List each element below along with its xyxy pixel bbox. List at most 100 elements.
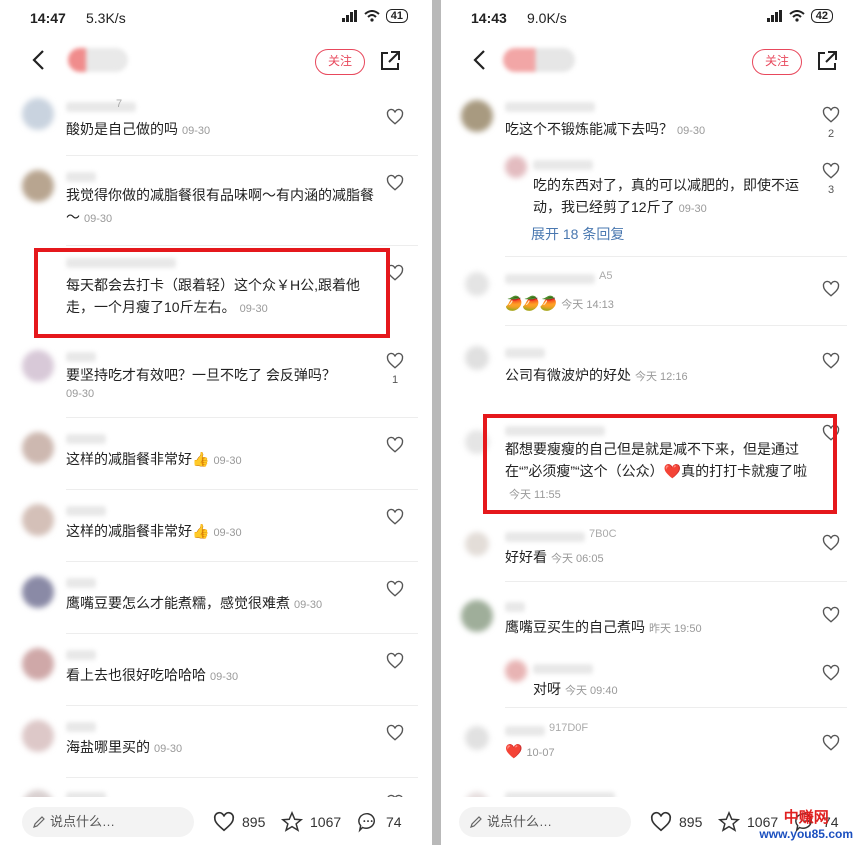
site-watermark: 中赚网 www.you85.com [759, 806, 853, 841]
commenter-name[interactable] [66, 434, 106, 444]
heart-icon[interactable] [822, 664, 840, 682]
status-icons: 42 [766, 9, 833, 23]
back-arrow-icon[interactable] [469, 48, 493, 72]
comment-input[interactable]: 说点什么… [459, 807, 631, 837]
commenter-name[interactable] [505, 792, 615, 797]
heart-icon[interactable] [386, 436, 404, 454]
commenter-name[interactable] [66, 102, 136, 112]
commenter-avatar[interactable] [465, 532, 489, 556]
commenter-name[interactable] [66, 722, 96, 732]
author-avatar[interactable] [503, 48, 575, 72]
heart-icon[interactable] [822, 352, 840, 370]
expand-replies-link[interactable]: 展开 18 条回复 [531, 224, 624, 244]
like-stat[interactable]: 895 [212, 811, 265, 833]
commenter-avatar[interactable] [461, 100, 493, 132]
heart-icon[interactable] [822, 534, 840, 552]
comment-text: 鹰嘴豆要怎么才能煮糯，感觉很难煮 09-30 [66, 595, 323, 611]
heart-icon[interactable] [386, 652, 404, 670]
follow-button[interactable]: 关注 [315, 49, 365, 75]
comment-stat[interactable]: 74 [356, 811, 402, 833]
heart-icon[interactable] [822, 106, 840, 124]
commenter-avatar[interactable] [505, 660, 527, 682]
status-icons: 41 [341, 9, 408, 23]
commenter-avatar[interactable] [22, 720, 54, 752]
heart-icon[interactable] [822, 734, 840, 752]
reply-item: 吃的东西对了，真的可以减肥的，即使不运动，我已经剪了12斤了 09-30 3 展开… [441, 152, 857, 258]
commenter-avatar[interactable] [22, 170, 54, 202]
heart-icon[interactable] [386, 352, 404, 370]
comment-input[interactable]: 说点什么… [22, 807, 194, 837]
signal-icon [766, 10, 782, 22]
commenter-name[interactable] [66, 506, 106, 516]
commenter-avatar[interactable] [22, 504, 54, 536]
commenter-avatar[interactable] [465, 792, 489, 797]
commenter-avatar[interactable] [461, 600, 493, 632]
commenter-name[interactable] [505, 532, 585, 542]
comment-text: 鹰嘴豆买生的自己煮吗 昨天 19:50 [505, 619, 702, 635]
commenter-avatar[interactable] [505, 156, 527, 178]
comment-text: 这样的减脂餐非常好👍 09-30 [66, 523, 242, 539]
divider [66, 417, 418, 418]
comment-item: 我觉得你做的减脂餐很有品味啊～有内涵的减脂餐～ 09-30 [0, 162, 432, 246]
comment-item: 这样的减脂餐非常好👍 09-30 [0, 424, 432, 490]
divider [66, 777, 418, 778]
heart-icon[interactable] [822, 162, 840, 180]
comment-text: 这样的减脂餐非常好👍 09-30 [66, 451, 242, 467]
heart-icon[interactable] [386, 508, 404, 526]
commenter-name[interactable] [505, 726, 545, 736]
commenter-avatar[interactable] [465, 726, 489, 750]
heart-icon[interactable] [822, 606, 840, 624]
commenter-name[interactable] [66, 650, 96, 660]
commenter-name[interactable] [505, 602, 525, 612]
author-avatar[interactable] [68, 48, 128, 72]
heart-icon[interactable] [386, 580, 404, 598]
comment-item: 看上去也很好吃哈哈哈 09-30 [0, 640, 432, 706]
comment-time: 09-30 [66, 388, 95, 400]
follow-button[interactable]: 关注 [752, 49, 802, 75]
nav-bar: 关注 [441, 42, 857, 82]
commenter-avatar[interactable] [465, 272, 489, 296]
commenter-name[interactable] [505, 102, 595, 112]
comment-item: 要坚持吃才有效吧？一旦不吃了 会反弹吗？ 09-30 1 [0, 344, 432, 418]
commenter-avatar[interactable] [22, 790, 54, 797]
commenter-name[interactable] [533, 664, 593, 674]
status-network-speed: 5.3K/s [86, 10, 126, 26]
commenter-name[interactable] [505, 348, 545, 358]
pencil-icon [33, 816, 45, 828]
commenter-name[interactable] [66, 172, 96, 182]
commenter-name[interactable] [66, 792, 106, 797]
comment-text: 公司有微波炉的好处 今天 12:16 [505, 367, 688, 383]
commenter-name-visible: A5 [599, 270, 613, 282]
left-phone-screen: 14:47 5.3K/s 41 关注 7 酸奶是自己做的吗 09-30 我觉得你做… [0, 0, 432, 845]
commenter-name[interactable] [66, 352, 96, 362]
share-icon[interactable] [378, 49, 402, 73]
commenter-name[interactable] [533, 160, 593, 170]
commenter-name[interactable] [66, 578, 96, 588]
heart-icon[interactable] [386, 724, 404, 742]
commenter-avatar[interactable] [22, 648, 54, 680]
wifi-icon [364, 10, 380, 22]
like-stat[interactable]: 895 [649, 811, 702, 833]
heart-icon[interactable] [386, 794, 404, 797]
reply-item: 对呀 今天 09:40 [441, 654, 857, 708]
commenter-name[interactable] [505, 274, 595, 284]
heart-icon[interactable] [386, 174, 404, 192]
star-icon [280, 811, 304, 832]
heart-icon[interactable] [822, 280, 840, 298]
back-arrow-icon[interactable] [28, 48, 52, 72]
comment-item [0, 784, 432, 797]
commenter-avatar[interactable] [22, 576, 54, 608]
watermark-url: www.you85.com [759, 827, 853, 841]
heart-icon[interactable] [386, 108, 404, 126]
comment-list: 7 酸奶是自己做的吗 09-30 我觉得你做的减脂餐很有品味啊～有内涵的减脂餐～ 0… [0, 86, 432, 797]
commenter-avatar[interactable] [22, 98, 54, 130]
divider [505, 581, 847, 582]
comment-text: 我觉得你做的减脂餐很有品味啊～有内涵的减脂餐～ 09-30 [66, 187, 374, 225]
comment-item: 这样的减脂餐非常好👍 09-30 [0, 496, 432, 562]
commenter-avatar[interactable] [22, 350, 54, 382]
commenter-avatar[interactable] [22, 432, 54, 464]
comment-bubble-icon [358, 813, 375, 833]
star-stat[interactable]: 1067 [280, 811, 341, 833]
share-icon[interactable] [815, 49, 839, 73]
commenter-avatar[interactable] [465, 346, 489, 370]
